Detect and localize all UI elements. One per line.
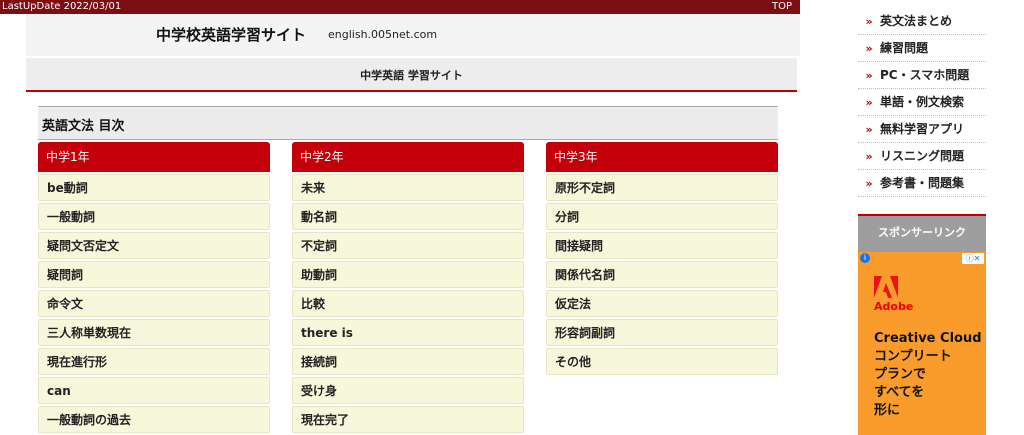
sidebar-item-label: PC・スマホ問題 (880, 68, 970, 82)
list-item[interactable]: 現在進行形 (38, 348, 270, 375)
list-item[interactable]: 三人称単数現在 (38, 319, 270, 346)
site-header: 中学校英語学習サイト english.005net.com (26, 14, 800, 56)
grade2-header[interactable]: 中学2年 (292, 142, 524, 172)
list-item[interactable]: 未来 (292, 174, 524, 201)
double-chevron-icon: » (865, 177, 873, 190)
sidebar-item-label: 練習問題 (880, 41, 929, 55)
sidebar-item-word-search[interactable]: » 単語・例文検索 (858, 89, 986, 116)
list-item[interactable]: there is (292, 319, 524, 346)
double-chevron-icon: » (865, 150, 873, 163)
list-item[interactable]: 接続詞 (292, 348, 524, 375)
top-bar: LastUpDate 2022/03/01 TOP (0, 0, 800, 14)
site-domain: english.005net.com (328, 28, 438, 41)
ad-line: Creative Cloud (874, 331, 982, 346)
ad-line: プランで (874, 367, 927, 382)
sidebar-item-grammar-summary[interactable]: » 英文法まとめ (858, 8, 986, 35)
grade1-column: 中学1年 be動詞 一般動詞 疑問文否定文 疑問詞 命令文 三人称単数現在 現在… (38, 142, 270, 435)
list-item[interactable]: can (38, 377, 270, 404)
sidebar-item-listening[interactable]: » リスニング問題 (858, 143, 986, 170)
last-update-text: LastUpDate 2022/03/01 (2, 1, 122, 12)
list-item[interactable]: 命令文 (38, 290, 270, 317)
list-item[interactable]: 疑問詞 (38, 261, 270, 288)
grade1-header[interactable]: 中学1年 (38, 142, 270, 172)
section-header: 英語文法 目次 (38, 106, 778, 140)
list-item[interactable]: 原形不定詞 (546, 174, 778, 201)
list-item[interactable]: 比較 (292, 290, 524, 317)
list-item[interactable]: 動名詞 (292, 203, 524, 230)
sidebar-item-label: リスニング問題 (880, 149, 965, 163)
list-item[interactable]: 受け身 (292, 377, 524, 404)
list-item[interactable]: 関係代名詞 (546, 261, 778, 288)
sidebar-item-label: 参考書・問題集 (880, 176, 965, 190)
adobe-logo-icon (874, 276, 898, 298)
grade3-header[interactable]: 中学3年 (546, 142, 778, 172)
double-chevron-icon: » (865, 42, 873, 55)
grade2-column: 中学2年 未来 動名詞 不定詞 助動詞 比較 there is 接続詞 受け身 … (292, 142, 524, 435)
double-chevron-icon: » (865, 96, 873, 109)
list-item[interactable]: 形容詞副詞 (546, 319, 778, 346)
sponsor-label: スポンサーリンク (858, 214, 986, 252)
list-item[interactable]: 助動詞 (292, 261, 524, 288)
sidebar-item-pc-mobile[interactable]: » PC・スマホ問題 (858, 62, 986, 89)
ad-line: 形に (874, 403, 901, 418)
list-item[interactable]: その他 (546, 348, 778, 375)
ad-banner[interactable]: i ⓘ✕ Adobe Creative Cloud コンプリート プランで すべ… (858, 252, 986, 435)
nav-title[interactable]: 中学英語 学習サイト (26, 67, 797, 83)
list-item[interactable]: 不定詞 (292, 232, 524, 259)
sidebar-item-free-apps[interactable]: » 無料学習アプリ (858, 116, 986, 143)
list-item[interactable]: 一般動詞の過去 (38, 406, 270, 433)
site-title[interactable]: 中学校英語学習サイト (156, 24, 306, 45)
sidebar-item-label: 無料学習アプリ (880, 122, 965, 136)
nav-bar: 中学英語 学習サイト (26, 58, 797, 92)
top-link[interactable]: TOP (772, 0, 792, 14)
sidebar-item-label: 単語・例文検索 (880, 95, 965, 109)
sidebar-item-exercises[interactable]: » 練習問題 (858, 35, 986, 62)
list-item[interactable]: be動詞 (38, 174, 270, 201)
ad-text: Creative Cloud コンプリート プランで すべてを 形に (874, 330, 982, 420)
ad-brand: Adobe (874, 300, 914, 313)
list-item[interactable]: 現在完了 (292, 406, 524, 433)
section-heading: 英語文法 目次 (42, 119, 125, 134)
grade3-column: 中学3年 原形不定詞 分詞 間接疑問 関係代名詞 仮定法 形容詞副詞 その他 (546, 142, 778, 377)
list-item[interactable]: 疑問文否定文 (38, 232, 270, 259)
ad-controls: i ⓘ✕ (858, 252, 986, 266)
ad-line: コンプリート (874, 349, 952, 364)
ad-close-button[interactable]: ⓘ✕ (962, 253, 984, 264)
sidebar-item-reference-books[interactable]: » 参考書・問題集 (858, 170, 986, 197)
sidebar-item-label: 英文法まとめ (880, 14, 953, 28)
list-item[interactable]: 一般動詞 (38, 203, 270, 230)
ad-line: すべてを (874, 385, 925, 400)
list-item[interactable]: 仮定法 (546, 290, 778, 317)
double-chevron-icon: » (865, 15, 873, 28)
list-item[interactable]: 間接疑問 (546, 232, 778, 259)
double-chevron-icon: » (865, 69, 873, 82)
double-chevron-icon: » (865, 123, 873, 136)
info-icon[interactable]: i (860, 253, 870, 263)
sidebar-menu: » 英文法まとめ » 練習問題 » PC・スマホ問題 » 単語・例文検索 » 無料学習アプ… (858, 8, 986, 197)
list-item[interactable]: 分詞 (546, 203, 778, 230)
